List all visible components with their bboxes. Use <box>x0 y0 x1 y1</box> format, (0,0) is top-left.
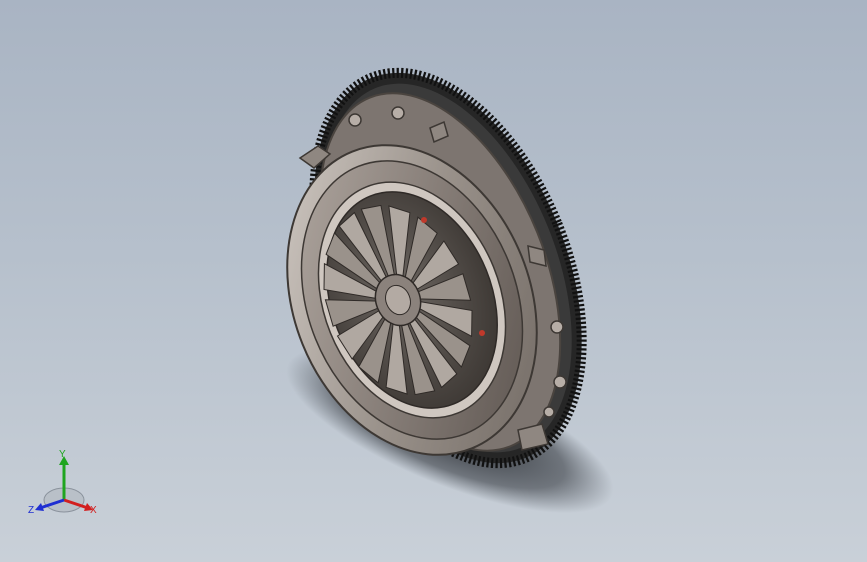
z-axis-label: Z <box>28 505 35 516</box>
x-axis-label: X <box>90 505 97 516</box>
orientation-triad[interactable]: Y X Z <box>26 448 106 528</box>
graphics-viewport[interactable]: Y X Z <box>0 0 867 562</box>
clutch-assembly-model[interactable] <box>0 0 867 562</box>
y-axis-label: Y <box>59 449 66 460</box>
